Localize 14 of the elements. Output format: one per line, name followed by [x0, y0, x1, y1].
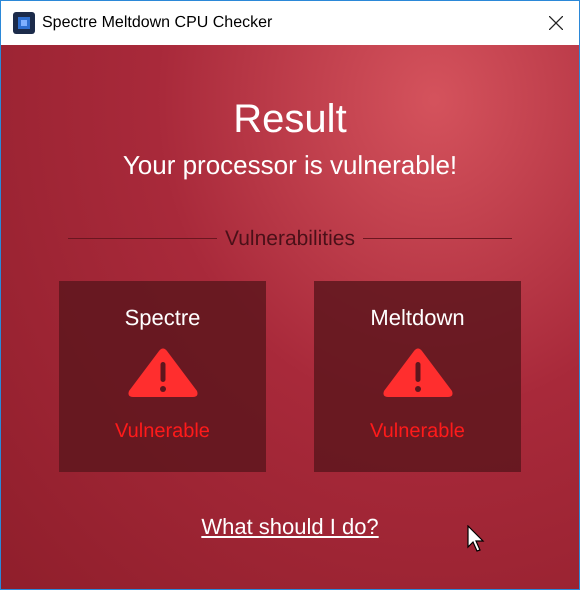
section-heading: Vulnerabilities: [225, 226, 355, 252]
window-title: Spectre Meltdown CPU Checker: [42, 13, 272, 33]
vulnerability-name: Meltdown: [370, 304, 465, 332]
result-heading: Result: [233, 96, 347, 143]
warning-icon: [126, 348, 198, 398]
vulnerability-status: Vulnerable: [115, 418, 210, 444]
vulnerability-status: Vulnerable: [370, 418, 465, 444]
vulnerability-name: Spectre: [124, 304, 200, 332]
warning-icon: [382, 348, 454, 398]
pointer-icon: [467, 525, 485, 553]
chip-icon: [13, 12, 35, 34]
help-link[interactable]: What should I do?: [201, 510, 379, 542]
close-icon: [549, 16, 563, 30]
result-message: Your processor is vulnerable!: [122, 149, 458, 181]
